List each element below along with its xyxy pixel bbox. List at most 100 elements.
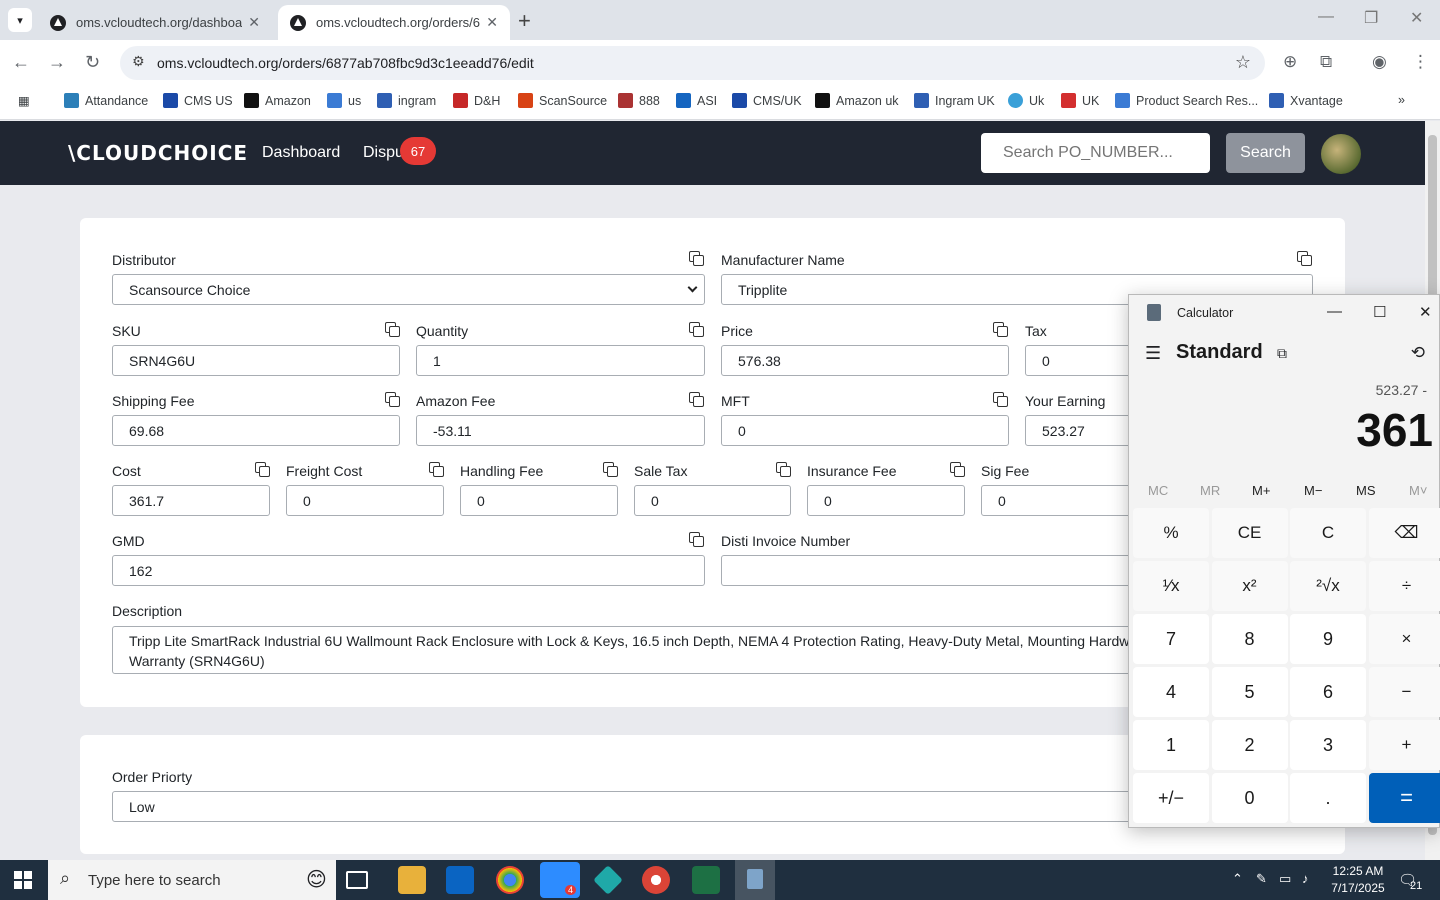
nav-disputes[interactable]: Dispu bbox=[363, 144, 404, 162]
restore-icon[interactable]: ❐ bbox=[1364, 8, 1378, 28]
sku-field[interactable]: SRN4G6U bbox=[112, 345, 400, 376]
excel-icon[interactable] bbox=[692, 866, 720, 894]
po-search-input[interactable] bbox=[981, 133, 1210, 173]
bookmark-item[interactable]: Product Search Res... bbox=[1115, 93, 1258, 108]
copy-icon[interactable] bbox=[603, 462, 618, 477]
bookmark-item[interactable]: us bbox=[327, 93, 361, 108]
bookmark-item[interactable]: ASI bbox=[676, 93, 717, 108]
profile-icon[interactable]: ◉ bbox=[1372, 52, 1387, 72]
memory-store-button[interactable]: MS bbox=[1356, 483, 1376, 498]
bookmark-item[interactable]: CMS US bbox=[163, 93, 233, 108]
zoom-icon[interactable]: 4 bbox=[540, 862, 580, 898]
menu-dots-icon[interactable]: ⋮ bbox=[1412, 52, 1429, 72]
file-explorer-icon[interactable] bbox=[398, 866, 426, 894]
bookmark-item[interactable]: Uk bbox=[1008, 93, 1044, 108]
cost-field[interactable]: 361.7 bbox=[112, 485, 270, 516]
copy-icon[interactable] bbox=[385, 392, 400, 407]
key-four-button[interactable]: 4 bbox=[1133, 667, 1209, 717]
minimize-icon[interactable]: — bbox=[1318, 8, 1334, 26]
site-info-icon[interactable]: ⚙ bbox=[132, 53, 145, 70]
copy-icon[interactable] bbox=[385, 322, 400, 337]
key-seven-button[interactable]: 7 bbox=[1133, 614, 1209, 664]
close-window-icon[interactable]: ✕ bbox=[1410, 8, 1423, 28]
tab-search-button[interactable]: ▾ bbox=[8, 8, 32, 32]
tab-order-edit[interactable]: oms.vcloudtech.org/orders/687 ✕ bbox=[278, 5, 510, 40]
more-bookmarks-icon[interactable]: » bbox=[1398, 93, 1405, 107]
copy-icon[interactable] bbox=[255, 462, 270, 477]
amazon-fee-field[interactable]: -53.11 bbox=[416, 415, 705, 446]
taskbar-search[interactable]: ⌕ Type here to search 😊 bbox=[48, 860, 336, 900]
memory-add-button[interactable]: M+ bbox=[1252, 483, 1270, 498]
key-multiply-button[interactable]: × bbox=[1368, 614, 1440, 664]
key-clear-button[interactable]: C bbox=[1290, 508, 1366, 558]
key-decimal-button[interactable]: . bbox=[1290, 773, 1366, 823]
extensions-icon[interactable]: ⧉ bbox=[1320, 52, 1332, 72]
key-square-root-button[interactable]: ²√x bbox=[1290, 561, 1366, 611]
apps-grid-icon[interactable]: ▦ bbox=[18, 93, 30, 108]
hamburger-menu-icon[interactable]: ☰ bbox=[1145, 343, 1161, 364]
key-backspace-button[interactable]: ⌫ bbox=[1368, 508, 1440, 558]
translate-icon[interactable]: ⊕ bbox=[1283, 52, 1297, 72]
taskbar-clock[interactable]: 12:25 AM 7/17/2025 bbox=[1326, 863, 1390, 897]
copy-icon[interactable] bbox=[689, 251, 704, 266]
history-icon[interactable]: ⟲ bbox=[1411, 343, 1425, 363]
key-nine-button[interactable]: 9 bbox=[1290, 614, 1366, 664]
copy-icon[interactable] bbox=[1297, 251, 1312, 266]
sig-fee-field[interactable]: 0 bbox=[981, 485, 1139, 516]
back-arrow-icon[interactable]: ← bbox=[12, 52, 30, 73]
tab-dashboard[interactable]: oms.vcloudtech.org/dashboard ✕ bbox=[38, 5, 272, 40]
copy-icon[interactable] bbox=[429, 462, 444, 477]
chrome-icon[interactable] bbox=[496, 866, 524, 894]
memory-subtract-button[interactable]: M− bbox=[1304, 483, 1322, 498]
bookmark-item[interactable]: CMS/UK bbox=[732, 93, 802, 108]
reload-icon[interactable]: ↻ bbox=[85, 52, 100, 73]
copy-icon[interactable] bbox=[689, 392, 704, 407]
show-hidden-icons-icon[interactable]: ⌃ bbox=[1232, 871, 1243, 887]
keep-on-top-icon[interactable]: ⧉ bbox=[1277, 345, 1287, 362]
key-six-button[interactable]: 6 bbox=[1290, 667, 1366, 717]
key-zero-button[interactable]: 0 bbox=[1211, 773, 1288, 823]
minimize-icon[interactable]: — bbox=[1327, 303, 1342, 320]
address-bar[interactable]: ⚙ oms.vcloudtech.org/orders/6877ab708fbc… bbox=[120, 46, 1265, 80]
sale-tax-field[interactable]: 0 bbox=[634, 485, 791, 516]
key-two-button[interactable]: 2 bbox=[1211, 720, 1288, 770]
mft-field[interactable]: 0 bbox=[721, 415, 1009, 446]
close-icon[interactable]: ✕ bbox=[1419, 303, 1432, 321]
close-tab-icon[interactable]: ✕ bbox=[486, 14, 498, 31]
insurance-fee-field[interactable]: 0 bbox=[807, 485, 965, 516]
freight-cost-field[interactable]: 0 bbox=[286, 485, 444, 516]
maximize-icon[interactable]: ☐ bbox=[1373, 303, 1386, 321]
new-tab-button[interactable]: + bbox=[518, 8, 531, 34]
key-three-button[interactable]: 3 bbox=[1290, 720, 1366, 770]
key-subtract-button[interactable]: − bbox=[1368, 667, 1440, 717]
copy-icon[interactable] bbox=[689, 322, 704, 337]
key-divide-button[interactable]: ÷ bbox=[1368, 561, 1440, 611]
price-field[interactable]: 576.38 bbox=[721, 345, 1009, 376]
copy-icon[interactable] bbox=[993, 392, 1008, 407]
key-five-button[interactable]: 5 bbox=[1211, 667, 1288, 717]
key-clear-entry-button[interactable]: CE bbox=[1211, 508, 1288, 558]
nav-dashboard[interactable]: Dashboard bbox=[262, 144, 340, 162]
key-eight-button[interactable]: 8 bbox=[1211, 614, 1288, 664]
bookmark-item[interactable]: Xvantage bbox=[1269, 93, 1343, 108]
outlook-icon[interactable] bbox=[446, 866, 474, 894]
bookmark-item[interactable]: UK bbox=[1061, 93, 1099, 108]
volume-icon[interactable]: ♪ bbox=[1302, 871, 1309, 886]
search-button[interactable]: Search bbox=[1226, 133, 1305, 173]
copy-icon[interactable] bbox=[689, 532, 704, 547]
app-diamond-icon[interactable] bbox=[593, 865, 623, 895]
bookmark-item[interactable]: 888 bbox=[618, 93, 660, 108]
avatar[interactable] bbox=[1321, 134, 1361, 174]
key-add-button[interactable]: + bbox=[1368, 720, 1440, 770]
gmd-field[interactable]: 162 bbox=[112, 555, 705, 586]
bookmark-item[interactable]: ScanSource bbox=[518, 93, 607, 108]
bookmark-item[interactable]: Amazon bbox=[244, 93, 311, 108]
chrome-profile-icon[interactable] bbox=[642, 866, 670, 894]
bookmark-item[interactable]: Attandance bbox=[64, 93, 148, 108]
copy-icon[interactable] bbox=[950, 462, 965, 477]
windows-start-icon[interactable] bbox=[14, 871, 32, 889]
task-view-icon[interactable] bbox=[346, 871, 368, 889]
bookmark-item[interactable]: D&H bbox=[453, 93, 500, 108]
key-one-button[interactable]: 1 bbox=[1133, 720, 1209, 770]
copy-icon[interactable] bbox=[993, 322, 1008, 337]
